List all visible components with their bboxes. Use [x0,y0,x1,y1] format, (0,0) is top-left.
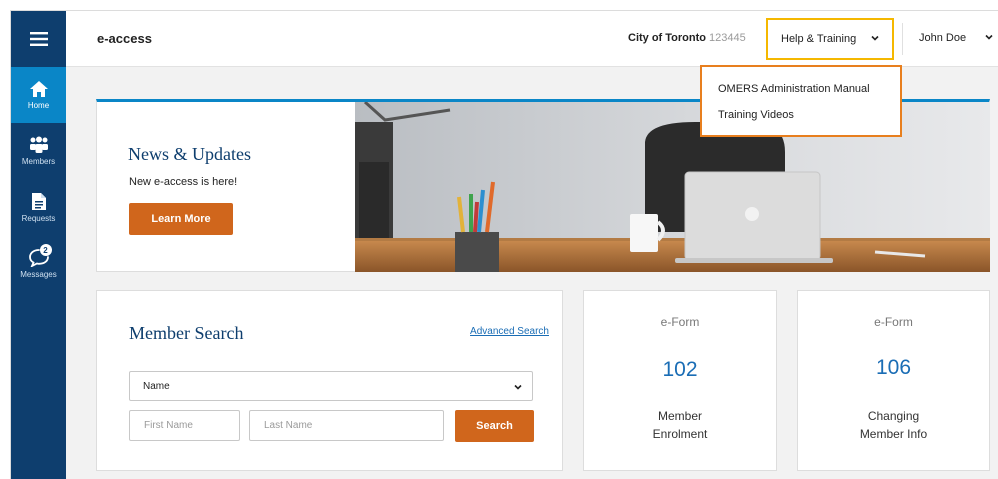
eform-title-line1: Changing [867,409,920,423]
menu-toggle-button[interactable] [11,11,66,67]
news-title: News & Updates [128,144,251,164]
sidebar-item-members[interactable]: Members [11,123,66,179]
eform-card-changing-member-info[interactable]: e-Form 106 Changing Member Info [797,290,990,471]
eform-title-line2: Enrolment [652,427,708,441]
sidebar-item-home[interactable]: Home [11,67,66,123]
organization-name: City of Toronto [628,32,706,44]
eform-card-member-enrolment[interactable]: e-Form 102 Member Enrolment [583,290,777,471]
chevron-down-icon [514,384,522,390]
eform-title-line2: Member Info [859,427,928,441]
home-icon [29,81,48,97]
app-logo[interactable]: e-access [97,31,152,46]
menu-item-omers-manual[interactable]: OMERS Administration Manual [718,83,870,95]
first-name-input[interactable]: First Name [129,410,240,441]
sidebar-item-label: Members [21,157,56,166]
hamburger-icon [29,32,48,46]
help-training-menu-button[interactable]: Help & Training [766,18,894,60]
member-search-title: Member Search [129,323,244,343]
app-frame: Home Members Requests 2 Messages e-acces… [10,10,998,479]
last-name-input[interactable]: Last Name [249,410,444,441]
help-training-label: Help & Training [781,33,857,45]
last-name-placeholder: Last Name [264,420,313,431]
sidebar-item-requests[interactable]: Requests [11,179,66,235]
messages-count-badge: 2 [39,244,52,256]
eform-count: 102 [662,358,698,381]
members-icon [29,136,48,153]
news-subtitle: New e-access is here! [129,176,238,188]
menu-item-training-videos[interactable]: Training Videos [718,109,794,121]
help-training-dropdown: OMERS Administration Manual Training Vid… [700,65,902,137]
search-button[interactable]: Search [455,410,534,442]
user-menu-button[interactable]: John Doe [919,32,966,44]
sidebar-item-label: Messages [20,270,57,279]
chevron-down-icon[interactable] [984,32,994,42]
eform-count: 106 [875,356,912,379]
search-type-select[interactable]: Name [129,371,533,401]
document-icon [31,192,46,210]
organization-id: 123445 [709,32,746,44]
top-header: e-access City of Toronto 123445 Help & T… [66,11,998,67]
search-type-value: Name [143,380,170,392]
advanced-search-link[interactable]: Advanced Search [470,326,549,337]
sidebar-item-label: Requests [21,213,56,223]
eform-label: e-Form [660,315,700,329]
header-divider [902,23,903,55]
first-name-placeholder: First Name [144,420,193,431]
sidebar: Home Members Requests 2 Messages [11,11,66,479]
sidebar-item-messages[interactable]: 2 Messages [11,235,66,291]
learn-more-button[interactable]: Learn More [129,203,233,235]
chevron-down-icon [871,35,879,41]
sidebar-item-label: Home [27,101,50,110]
eform-title-line1: Member [657,409,702,423]
member-search-card: Member Search Advanced Search Name First… [96,290,563,471]
eform-label: e-Form [874,315,913,329]
